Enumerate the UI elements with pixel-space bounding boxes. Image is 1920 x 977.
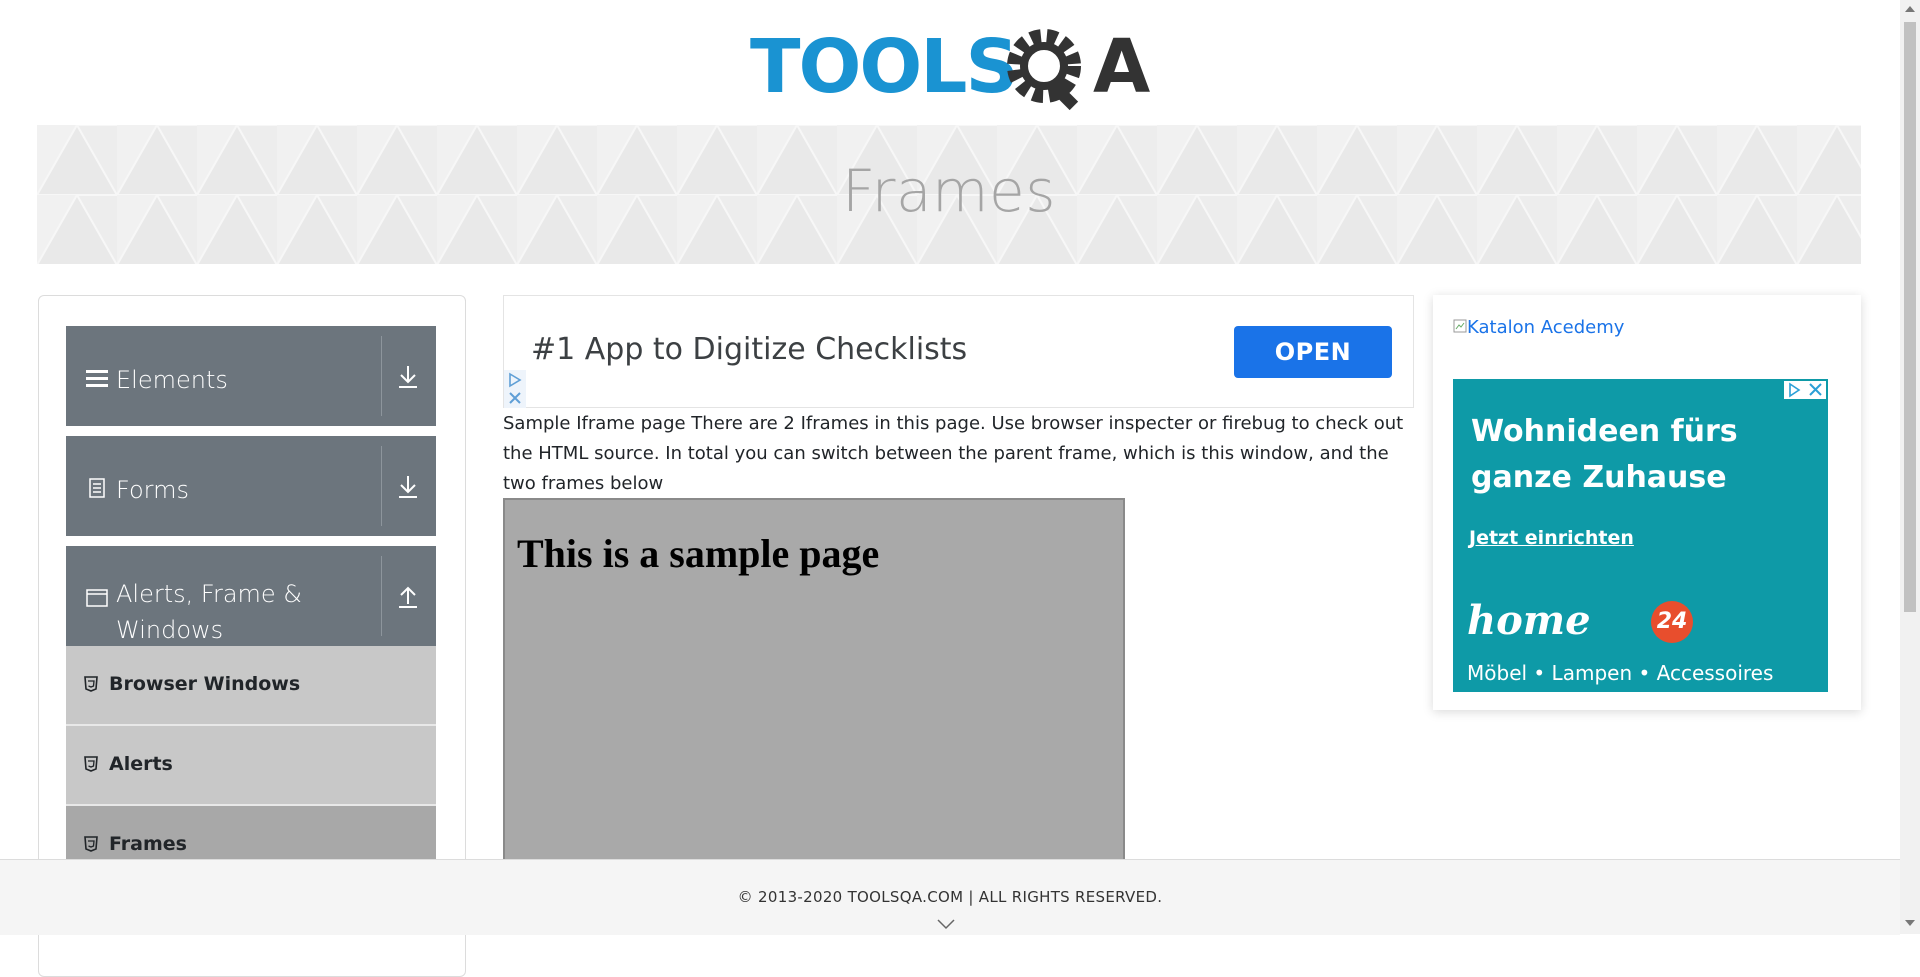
divider xyxy=(381,556,382,636)
logo-text-a: A xyxy=(1093,24,1150,110)
ad-headline: #1 App to Digitize Checklists xyxy=(531,332,968,367)
ad-tagline: Möbel • Lampen • Accessoires xyxy=(1467,661,1774,685)
divider xyxy=(381,336,382,416)
ad-cta-link[interactable]: Jetzt einrichten xyxy=(1469,527,1634,549)
sidebar-item-alerts[interactable]: Alerts xyxy=(66,726,436,806)
page-title: Frames xyxy=(842,157,1056,225)
right-advertisement[interactable]: Katalon Acedemy Wohnideen fürs ganze Zuh… xyxy=(1433,295,1861,710)
sidebar-item-label: Alerts xyxy=(109,753,173,775)
ad-open-button[interactable]: OPEN xyxy=(1234,326,1392,378)
ad-headline: Wohnideen fürs ganze Zuhause xyxy=(1471,414,1738,495)
group-label: Forms xyxy=(116,476,189,504)
download-icon xyxy=(399,476,417,498)
scroll-up-icon[interactable] xyxy=(1905,6,1915,12)
home24-logo: home xyxy=(1467,597,1591,644)
katalon-alt-text: Katalon Acedemy xyxy=(1467,317,1625,338)
sidebar-item-label: Browser Windows xyxy=(109,673,301,695)
page-scrollbar[interactable] xyxy=(1900,0,1920,934)
adchoices-icon[interactable] xyxy=(504,370,526,408)
logo-text-tools: TOOLS xyxy=(750,24,1017,110)
chevron-down-icon[interactable] xyxy=(937,918,955,930)
sidebar-item-label: Frames xyxy=(109,833,187,855)
footer: © 2013-2020 TOOLSQA.COM | ALL RIGHTS RES… xyxy=(0,859,1900,935)
home24-badge: 24 xyxy=(1651,601,1693,643)
divider xyxy=(381,446,382,526)
gear-magnifier-icon xyxy=(1007,29,1081,111)
adchoices-icon[interactable] xyxy=(1784,381,1826,399)
group-elements[interactable]: Elements xyxy=(66,326,436,426)
katalon-ad-link[interactable]: Katalon Acedemy xyxy=(1453,317,1624,338)
page-banner: Frames xyxy=(37,125,1861,264)
document-icon xyxy=(89,478,105,498)
html5-icon xyxy=(84,756,98,772)
group-label: Elements xyxy=(116,366,228,394)
html5-icon xyxy=(84,836,98,852)
group-alerts-frame-windows[interactable]: Alerts, Frame & Windows xyxy=(66,546,436,646)
broken-image-icon xyxy=(1453,319,1467,333)
top-advertisement[interactable]: #1 App to Digitize Checklists OPEN xyxy=(503,295,1414,408)
scroll-down-icon[interactable] xyxy=(1905,920,1915,926)
frames-description: Sample Iframe page There are 2 Iframes i… xyxy=(503,413,1404,494)
html5-icon xyxy=(84,676,98,692)
window-icon xyxy=(86,589,108,607)
frame-heading: This is a sample page xyxy=(517,531,880,576)
group-label: Alerts, Frame & Windows xyxy=(116,580,303,644)
group-forms[interactable]: Forms xyxy=(66,436,436,536)
toolsqa-logo[interactable]: TOOLS A xyxy=(750,18,1155,114)
download-icon xyxy=(399,366,417,388)
menu-icon xyxy=(86,370,108,387)
home24-ad[interactable]: Wohnideen fürs ganze Zuhause Jetzt einri… xyxy=(1453,379,1828,692)
upload-icon xyxy=(399,586,417,608)
sidebar-item-browser-windows[interactable]: Browser Windows xyxy=(66,646,436,726)
scrollbar-thumb[interactable] xyxy=(1904,22,1916,612)
footer-copyright: © 2013-2020 TOOLSQA.COM | ALL RIGHTS RES… xyxy=(737,888,1163,906)
